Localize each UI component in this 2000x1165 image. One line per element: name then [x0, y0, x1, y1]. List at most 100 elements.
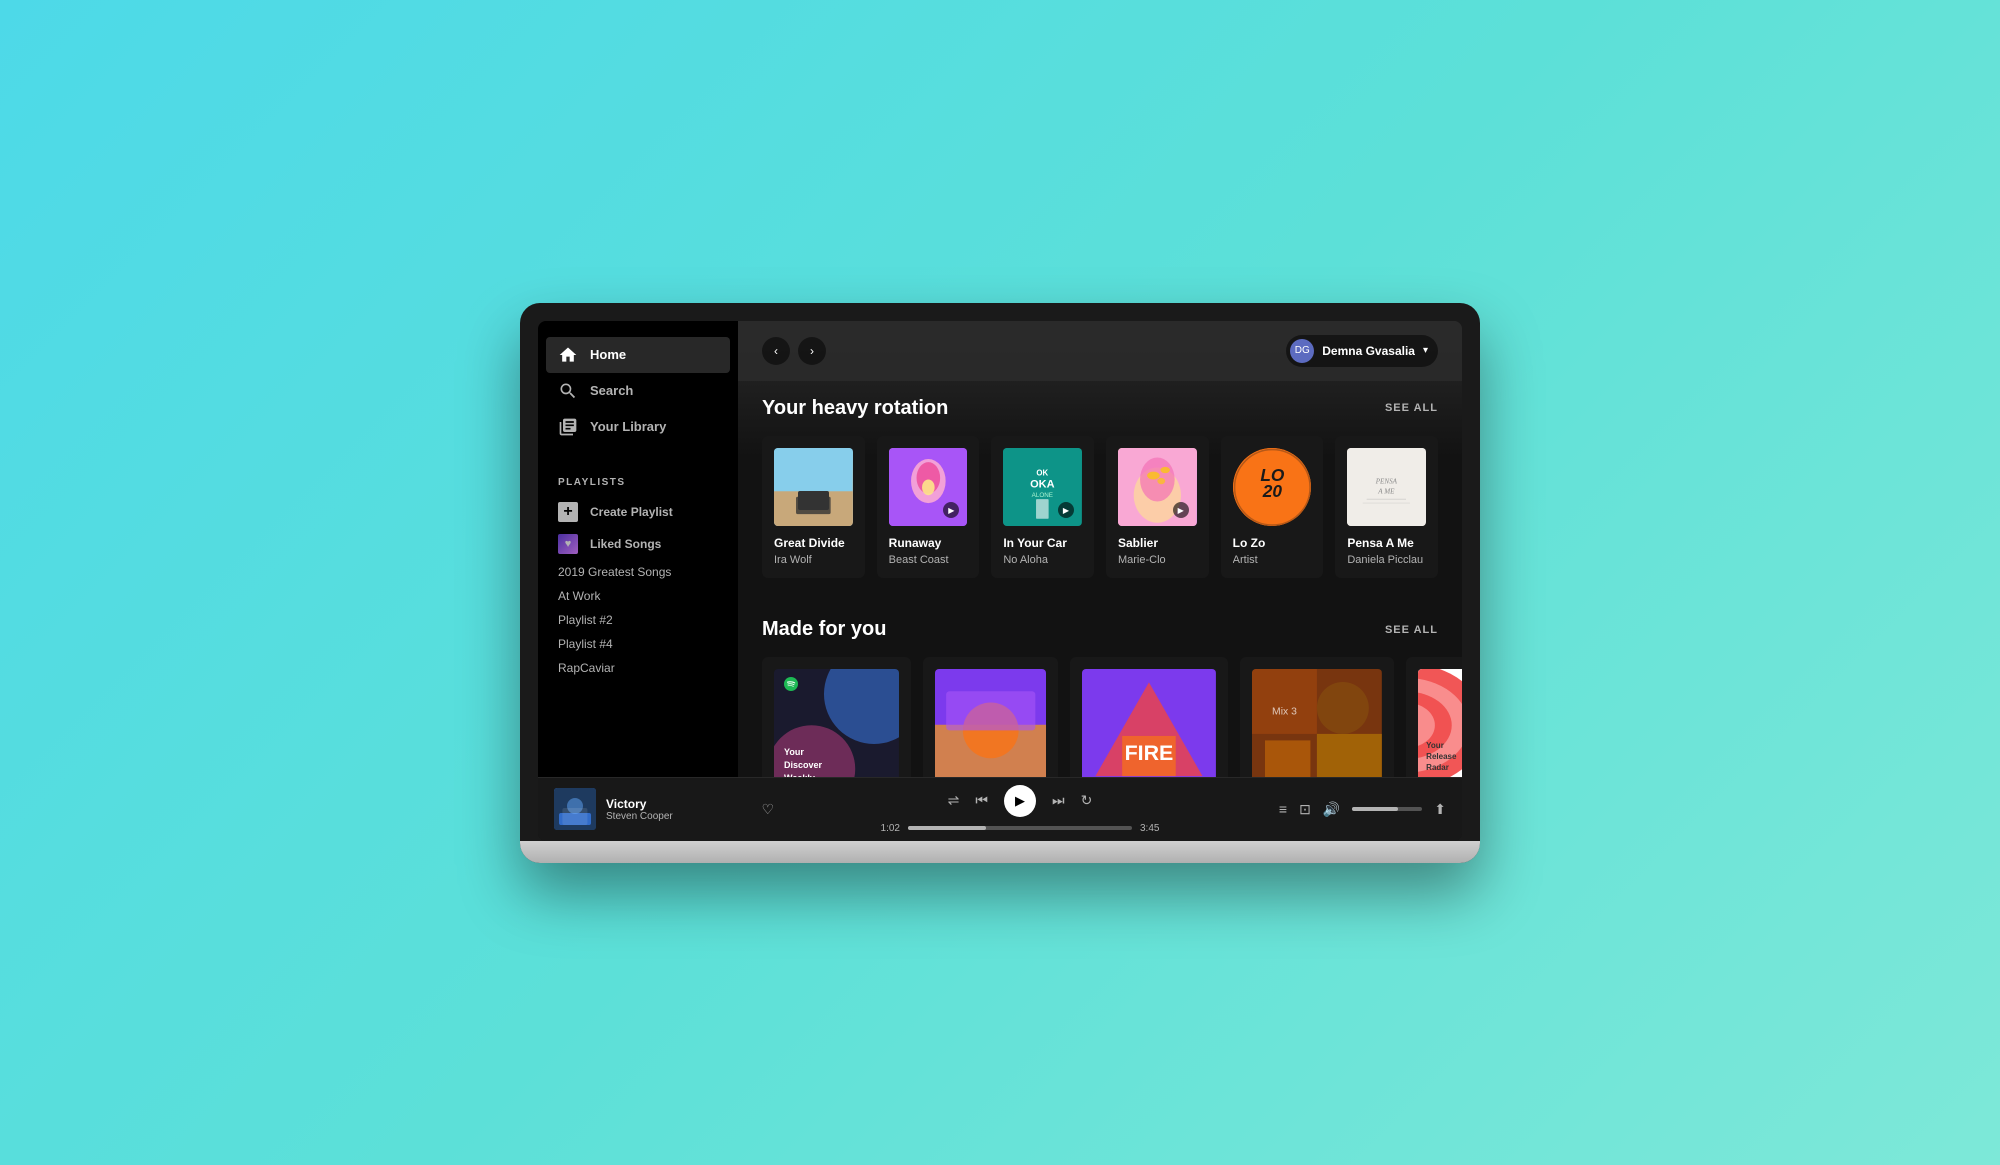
- now-playing-art-svg: [554, 788, 596, 830]
- now-playing-right: ≡ ⊡ 🔊 ⬆: [1266, 801, 1446, 818]
- sidebar-playlist-3[interactable]: Playlist #2: [538, 608, 738, 632]
- now-playing-info: Victory Steven Cooper: [606, 797, 751, 822]
- volume-fill: [1352, 807, 1398, 811]
- great-divide-art-svg: [774, 448, 853, 527]
- discover-weekly-overlay-text: YourDiscoverWeekly: [784, 746, 822, 776]
- fullscreen-icon[interactable]: ⬆: [1434, 801, 1446, 818]
- liked-songs-button[interactable]: ♥ Liked Songs: [538, 528, 738, 560]
- volume-bar[interactable]: [1352, 807, 1422, 811]
- svg-text:20: 20: [1261, 480, 1282, 500]
- sidebar-nav: Home Search Your Library: [538, 337, 738, 445]
- home-icon: [558, 345, 578, 365]
- svg-text:FIRE: FIRE: [1125, 741, 1174, 765]
- card-art-pensa-a-me: PENSA A ME: [1347, 448, 1426, 527]
- card-great-divide[interactable]: Great Divide Ira Wolf: [762, 436, 865, 579]
- chevron-down-icon: ▾: [1423, 345, 1428, 356]
- heavy-rotation-header: Your heavy rotation SEE ALL: [762, 381, 1438, 420]
- made-for-you-see-all[interactable]: SEE ALL: [1385, 624, 1438, 636]
- liked-songs-icon: ♥: [558, 534, 578, 554]
- svg-text:Mix 3: Mix 3: [1272, 707, 1297, 718]
- app-container: Home Search Your Library: [538, 321, 1462, 777]
- daily-mix-3-svg: Mix 3: [1252, 669, 1382, 776]
- svg-text:A ME: A ME: [1378, 487, 1396, 495]
- card-art-daily-mix-2: FIRE: [1082, 669, 1216, 776]
- card-great-divide-title: Great Divide: [774, 536, 853, 550]
- discover-weekly-spotify-icon: [784, 677, 798, 696]
- now-playing-title: Victory: [606, 797, 751, 811]
- svg-text:PENSA: PENSA: [1375, 477, 1398, 485]
- card-art-sablier: ▶: [1118, 448, 1197, 527]
- svg-text:OKA: OKA: [1030, 478, 1055, 490]
- sidebar-item-home[interactable]: Home: [546, 337, 730, 373]
- now-playing-artist: Steven Cooper: [606, 811, 751, 822]
- made-for-you-title: Made for you: [762, 618, 886, 641]
- card-sablier-title: Sablier: [1118, 536, 1197, 550]
- heavy-rotation-title: Your heavy rotation: [762, 397, 948, 420]
- sidebar-playlist-1[interactable]: 2019 Greatest Songs: [538, 560, 738, 584]
- card-art-great-divide: [774, 448, 853, 527]
- progress-bar-container: 1:02 3:45: [870, 823, 1170, 834]
- card-discover-weekly[interactable]: YourDiscoverWeekly Your Discover Weekly: [762, 657, 911, 776]
- sidebar-item-search[interactable]: Search: [546, 373, 730, 409]
- top-bar: ‹ › DG Demna Gvasalia ▾: [738, 321, 1462, 381]
- devices-icon[interactable]: ⊡: [1299, 801, 1311, 818]
- create-playlist-button[interactable]: + Create Playlist: [538, 496, 738, 528]
- progress-fill: [908, 826, 986, 830]
- card-art-discover-weekly: YourDiscoverWeekly: [774, 669, 899, 776]
- card-runaway-title: Runaway: [889, 536, 968, 550]
- sidebar-playlist-2[interactable]: At Work: [538, 584, 738, 608]
- volume-icon[interactable]: 🔊: [1323, 801, 1340, 818]
- sidebar-playlist-4[interactable]: Playlist #4: [538, 632, 738, 656]
- card-sablier[interactable]: ▶ Sablier Marie-Clo: [1106, 436, 1209, 579]
- svg-text:ALONE: ALONE: [1032, 491, 1053, 498]
- card-in-your-car-title: In Your Car: [1003, 536, 1082, 550]
- sidebar-item-library[interactable]: Your Library: [546, 409, 730, 445]
- main-content: ‹ › DG Demna Gvasalia ▾ Your heavy rotat…: [738, 321, 1462, 777]
- heavy-rotation-see-all[interactable]: SEE ALL: [1385, 402, 1438, 414]
- time-total: 3:45: [1140, 823, 1170, 834]
- queue-icon[interactable]: ≡: [1279, 801, 1287, 817]
- daily-mix-1-svg: [935, 669, 1047, 776]
- app-screen: Home Search Your Library: [538, 321, 1462, 841]
- lo-zo-art-svg: LO 20: [1233, 448, 1312, 527]
- sablier-badge: ▶: [1173, 502, 1189, 518]
- sidebar-playlist-5[interactable]: RapCaviar: [538, 656, 738, 680]
- repeat-button[interactable]: ↻: [1081, 792, 1093, 809]
- library-icon: [558, 417, 578, 437]
- card-lo-zo-subtitle: Artist: [1233, 554, 1312, 566]
- nav-back-button[interactable]: ‹: [762, 337, 790, 365]
- card-daily-mix-1[interactable]: Your Daily Mix 1 Thifany Kauany, The…: [923, 657, 1059, 776]
- now-playing-art: [554, 788, 596, 830]
- player-controls: ⇌ ⏮ ▶ ⏭ ↻: [948, 785, 1093, 817]
- progress-track[interactable]: [908, 826, 1132, 830]
- heart-button[interactable]: ♡: [761, 801, 774, 818]
- user-menu-button[interactable]: DG Demna Gvasalia ▾: [1286, 335, 1438, 367]
- play-button[interactable]: ▶: [1004, 785, 1036, 817]
- card-art-release-radar: YourReleaseRadar: [1418, 669, 1462, 776]
- next-button[interactable]: ⏭: [1052, 792, 1065, 809]
- card-lo-zo-title: Lo Zo: [1233, 536, 1312, 550]
- sidebar-library-label: Your Library: [590, 419, 666, 434]
- release-radar-text: YourReleaseRadar: [1426, 740, 1456, 774]
- sidebar-search-label: Search: [590, 383, 633, 398]
- laptop-frame: Home Search Your Library: [520, 303, 1480, 863]
- card-art-in-your-car: OK OKA ALONE ▶: [1003, 448, 1082, 527]
- user-avatar: DG: [1290, 339, 1314, 363]
- shuffle-button[interactable]: ⇌: [948, 792, 960, 809]
- card-daily-mix-2[interactable]: FIRE Your Daily Mix 2 Daniela Picclau, A…: [1070, 657, 1228, 776]
- card-art-daily-mix-3: Mix 3: [1252, 669, 1382, 776]
- heavy-rotation-section: Your heavy rotation SEE ALL: [738, 381, 1462, 603]
- card-in-your-car[interactable]: OK OKA ALONE ▶ In Your Car No Aloha: [991, 436, 1094, 579]
- card-daily-mix-3[interactable]: Mix 3 Your Daily Mix 3 Alan Gogoli, Ward…: [1240, 657, 1394, 776]
- made-for-you-section: Made for you SEE ALL: [738, 602, 1462, 776]
- prev-button[interactable]: ⏮: [975, 792, 988, 809]
- card-pensa-a-me[interactable]: PENSA A ME Pensa A Me Daniela Picclau: [1335, 436, 1438, 579]
- card-release-radar[interactable]: YourReleaseRadar Your Release Radar Made…: [1406, 657, 1462, 776]
- nav-forward-button[interactable]: ›: [798, 337, 826, 365]
- card-art-daily-mix-1: [935, 669, 1047, 776]
- create-playlist-label: Create Playlist: [590, 505, 673, 519]
- sidebar-home-label: Home: [590, 347, 626, 362]
- card-lo-zo[interactable]: LO 20 Lo Zo Artist: [1221, 436, 1324, 579]
- card-runaway[interactable]: ▶ Runaway Beast Coast: [877, 436, 980, 579]
- card-sablier-subtitle: Marie-Clo: [1118, 554, 1197, 566]
